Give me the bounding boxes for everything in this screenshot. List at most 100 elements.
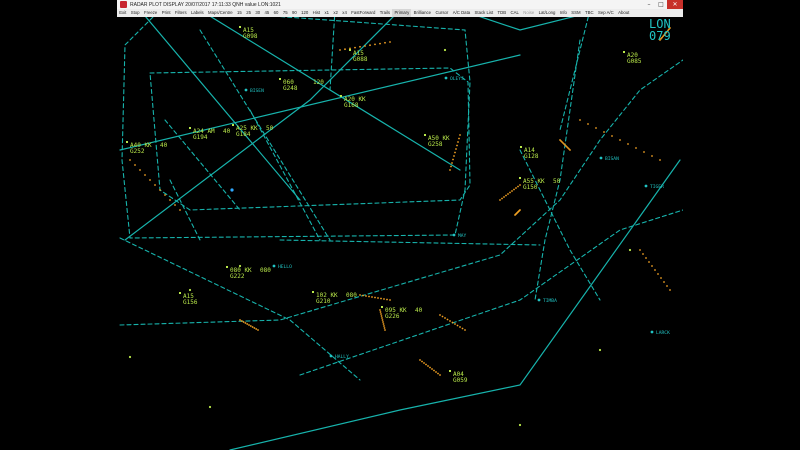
fix-marker[interactable] — [444, 76, 448, 80]
track-groundspeed: G184 — [236, 131, 251, 138]
menu-item-75[interactable]: 75 — [281, 9, 290, 17]
aircraft-symbol[interactable] — [519, 177, 521, 179]
menu-item-x1[interactable]: x1 — [322, 9, 331, 17]
history-dot — [519, 184, 521, 186]
aircraft-symbol[interactable] — [520, 146, 522, 148]
aircraft-symbol[interactable] — [232, 124, 234, 126]
menu-item-info[interactable]: Info — [558, 9, 570, 17]
fix-marker[interactable] — [244, 88, 248, 92]
history-dot — [595, 127, 597, 129]
history-dot — [509, 191, 511, 194]
history-dot — [164, 194, 166, 196]
menu-item-cursor[interactable]: Cursor — [433, 9, 450, 17]
history-dot — [371, 296, 373, 298]
fix-marker[interactable] — [329, 354, 333, 358]
aircraft-symbol[interactable] — [126, 141, 128, 143]
maximize-button[interactable]: □ — [655, 0, 667, 9]
menu-item-primary[interactable]: Primary — [392, 9, 412, 17]
history-dot — [423, 362, 425, 364]
fix-marker[interactable] — [537, 298, 541, 302]
menu-item-maps-centre[interactable]: Maps/Centre — [206, 9, 235, 17]
history-dot — [374, 296, 376, 299]
aircraft-symbol[interactable] — [279, 78, 281, 80]
history-dot — [515, 187, 517, 189]
radar-map[interactable]: BISEN OLEYS BISAN TIGER MAY HELLO TIMBA LARCK HA… — [117, 17, 683, 450]
airway-dashed-line — [299, 209, 683, 376]
aircraft-symbol[interactable] — [226, 266, 228, 268]
track-cleared-level: 50 — [266, 125, 274, 132]
history-dot — [454, 151, 456, 154]
aircraft-symbol[interactable] — [623, 51, 625, 53]
history-dot — [179, 209, 181, 211]
menu-item-15[interactable]: 15 — [235, 9, 244, 17]
menu-item-filters[interactable]: Filters — [173, 9, 189, 17]
fix-marker[interactable] — [452, 233, 456, 237]
menu-item-stack-list[interactable]: Stack List — [472, 9, 495, 17]
history-dot — [441, 315, 444, 318]
aircraft-symbol[interactable] — [449, 370, 451, 372]
menu-item-hist[interactable]: Hist — [310, 9, 322, 17]
history-dot — [444, 317, 446, 319]
history-dot — [513, 188, 515, 191]
primary-return — [208, 405, 212, 409]
history-dot — [503, 196, 505, 198]
fix-label: OLEYS — [450, 76, 464, 82]
minimize-button[interactable]: – — [643, 0, 655, 9]
history-dot — [421, 360, 423, 363]
menu-item-noise[interactable]: Noise — [521, 9, 536, 17]
aircraft-symbol[interactable] — [424, 134, 426, 136]
left-letterbox — [0, 0, 117, 450]
history-dot — [505, 194, 507, 197]
menu-item-brilliance[interactable]: Brilliance — [411, 9, 433, 17]
menu-item-tbc[interactable]: TBC — [583, 9, 596, 17]
menu-item-print[interactable]: Print — [160, 9, 173, 17]
history-dot — [461, 327, 464, 330]
menu-item-ssm[interactable]: SSM — [569, 9, 583, 17]
history-dot — [380, 315, 383, 317]
menu-item-lat-long[interactable]: Lat/Long — [536, 9, 557, 17]
history-dot — [389, 41, 391, 43]
menu-item-x2[interactable]: x2 — [331, 9, 340, 17]
sector-boundary-line — [479, 17, 575, 31]
fix-marker[interactable] — [272, 264, 276, 268]
aircraft-symbol[interactable] — [312, 291, 314, 293]
menu-item-x4[interactable]: x4 — [340, 9, 349, 17]
primary-return — [598, 348, 602, 352]
radar-app-icon — [120, 1, 127, 8]
menu-item-30[interactable]: 30 — [253, 9, 262, 17]
aircraft-symbol[interactable] — [340, 95, 342, 97]
aircraft-symbol[interactable] — [189, 127, 191, 129]
menu-item-labels[interactable]: Labels — [189, 9, 206, 17]
menu-item-45[interactable]: 45 — [262, 9, 271, 17]
close-button[interactable]: ✕ — [667, 0, 683, 9]
fix-marker[interactable] — [644, 184, 648, 188]
menu-item-trails[interactable]: Trails — [378, 9, 393, 17]
history-dot — [431, 368, 433, 370]
history-dot — [379, 311, 382, 313]
history-dot — [459, 326, 461, 328]
menu-item-a-c-data[interactable]: A/C Data — [451, 9, 473, 17]
aircraft-symbol[interactable] — [349, 49, 351, 51]
history-dot — [559, 139, 561, 141]
menu-item-exit[interactable]: Exit — [117, 9, 129, 17]
history-dot — [627, 143, 629, 145]
fix-marker[interactable] — [599, 156, 603, 160]
fix-label: TIGER — [650, 184, 664, 190]
history-dot — [453, 155, 455, 157]
radar-display[interactable]: BISEN OLEYS BISAN TIGER MAY HELLO TIMBA LARCK HA… — [117, 17, 683, 450]
fix-marker[interactable] — [650, 330, 654, 334]
menu-item-fastforward[interactable]: FastForward — [349, 9, 378, 17]
menu-item-25[interactable]: 25 — [244, 9, 253, 17]
aircraft-symbol[interactable] — [381, 306, 383, 308]
menu-item-60[interactable]: 60 — [271, 9, 280, 17]
aircraft-symbol[interactable] — [179, 292, 181, 294]
menu-item-cal[interactable]: CAL — [508, 9, 521, 17]
menu-item-120[interactable]: 120 — [299, 9, 311, 17]
menu-item-about[interactable]: About — [616, 9, 632, 17]
menu-item-stop[interactable]: Stop — [129, 9, 142, 17]
menu-item-freeze[interactable]: Freeze — [142, 9, 160, 17]
aircraft-symbol[interactable] — [239, 26, 241, 28]
menu-item-tdb[interactable]: TDB — [495, 9, 508, 17]
menu-item-90[interactable]: 90 — [290, 9, 299, 17]
menu-item-sep-a-c[interactable]: Sep A/C — [596, 9, 616, 17]
